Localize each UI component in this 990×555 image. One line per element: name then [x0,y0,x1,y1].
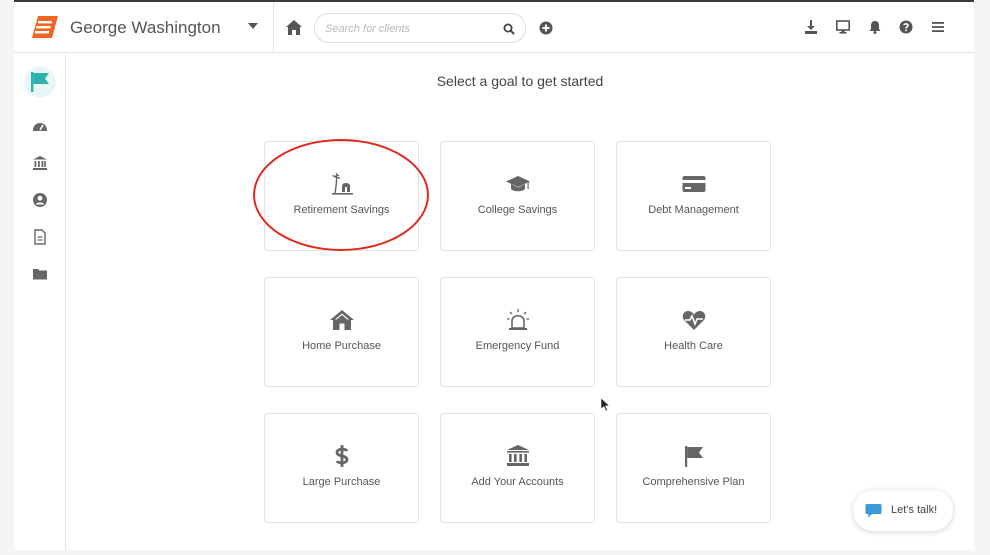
credit-card-icon [682,176,706,192]
chat-button[interactable]: Let's talk! [853,490,953,531]
folder-icon[interactable] [32,266,48,282]
highlight-circle [253,139,429,251]
user-icon[interactable] [32,192,48,208]
document-icon[interactable] [32,229,48,245]
flag-icon [685,446,703,467]
goal-label: Home Purchase [302,340,381,352]
goal-tile-add-your-accounts[interactable]: Add Your Accounts [440,413,595,523]
help-icon[interactable] [899,20,913,34]
house-icon [330,310,354,330]
bell-icon[interactable] [868,20,882,34]
goal-label: Add Your Accounts [471,476,564,488]
dashboard-icon[interactable] [32,118,48,134]
goal-tile-debt-management[interactable]: Debt Management [616,141,771,251]
chat-label: Let's talk! [891,504,938,516]
goal-label: College Savings [477,204,558,216]
goal-label: Comprehensive Plan [642,476,745,488]
goal-tile-health-care[interactable]: Health Care [616,277,771,387]
goal-tile-home-purchase[interactable]: Home Purchase [264,277,419,387]
menu-icon[interactable] [931,20,945,34]
home-icon[interactable] [286,20,302,35]
goal-label: Debt Management [648,204,739,216]
bank-icon[interactable] [32,155,48,171]
goal-tile-comprehensive-plan[interactable]: Comprehensive Plan [616,413,771,523]
app-window: George Washington Search for clients Sel… [14,0,974,550]
search-input[interactable] [325,20,495,38]
dollar-icon [335,445,349,467]
search-icon[interactable] [503,23,515,35]
graduation-cap-icon [506,176,530,192]
download-icon[interactable] [804,20,818,34]
heartbeat-icon [682,311,706,330]
chat-bubble-icon [865,504,882,518]
client-name[interactable]: George Washington [70,18,221,38]
goal-label: Emergency Fund [475,340,560,352]
goal-tile-emergency-fund[interactable]: Emergency Fund [440,277,595,387]
chevron-down-icon[interactable] [248,23,258,29]
brand-logo-icon[interactable] [32,16,58,38]
goal-tile-large-purchase[interactable]: Large Purchase [264,413,419,523]
goal-label: Large Purchase [302,476,381,488]
client-search [314,13,526,43]
goal-tile-college-savings[interactable]: College Savings [440,141,595,251]
mouse-cursor-icon [601,398,611,412]
siren-icon [507,309,529,330]
sidebar [14,53,66,550]
flag-icon [31,72,49,92]
page-title: Select a goal to get started [436,73,604,89]
divider [273,2,274,53]
goal-label: Health Care [664,340,723,352]
bank-icon [507,445,529,466]
top-bar: George Washington [14,2,974,53]
monitor-icon[interactable] [836,20,850,34]
sidebar-item-goals[interactable] [24,66,56,98]
plus-circle-icon[interactable] [539,21,553,35]
